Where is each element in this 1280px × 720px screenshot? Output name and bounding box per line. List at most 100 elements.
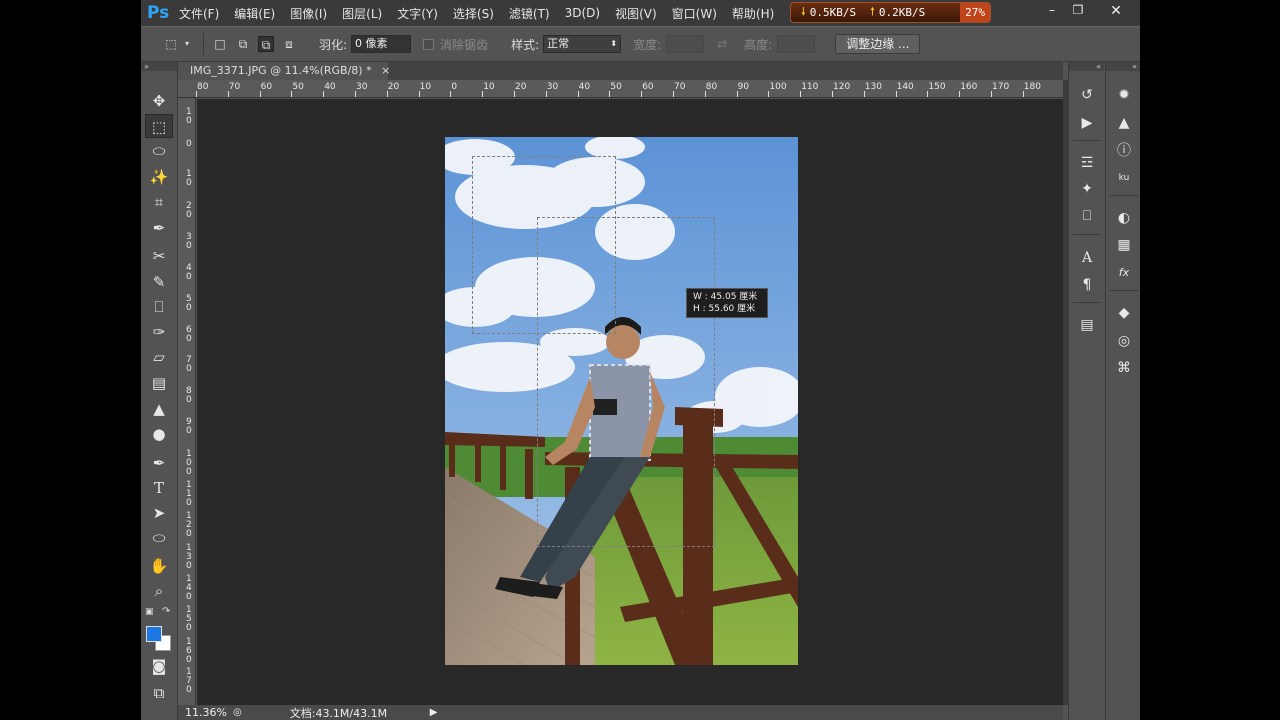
- ruler-left-label: 1 6 0: [186, 637, 192, 665]
- healing-icon[interactable]: ✂: [145, 244, 173, 268]
- quick-mask-icon[interactable]: ◙: [145, 654, 173, 678]
- document-tab[interactable]: IMG_3371.JPG @ 11.4%(RGB/8) * ×: [178, 62, 390, 80]
- history-brush-icon[interactable]: ✑: [145, 320, 173, 344]
- tool-presets-icon[interactable]: ☲: [1076, 152, 1098, 174]
- style-select-value: 正常: [547, 37, 570, 50]
- paths-icon[interactable]: ⌘: [1113, 357, 1135, 379]
- ruler-left-label: 4 0: [186, 263, 192, 282]
- style-select[interactable]: 正常 ⬍: [543, 35, 622, 53]
- menu-filter[interactable]: 滤镜(T): [509, 5, 550, 22]
- move-icon[interactable]: ✥: [145, 89, 173, 113]
- intersect-selection-icon[interactable]: ⧈: [281, 36, 297, 52]
- kuler-icon[interactable]: ku: [1113, 167, 1135, 189]
- pen-icon[interactable]: ✒: [145, 451, 173, 475]
- type-icon[interactable]: T: [145, 476, 173, 500]
- channels-icon[interactable]: ◎: [1113, 330, 1135, 352]
- gradient-icon[interactable]: ▤: [145, 371, 173, 395]
- eraser-icon[interactable]: ▱: [145, 345, 173, 369]
- layer-comps-icon[interactable]: ▤: [1076, 314, 1098, 336]
- ruler-top-tick: [673, 91, 674, 97]
- zoom-level[interactable]: 11.36%: [185, 706, 229, 719]
- dock-1-expand-icon[interactable]: «: [1069, 62, 1104, 71]
- antialias-checkbox[interactable]: [423, 38, 435, 50]
- refine-edge-button[interactable]: 调整边缘 ...: [835, 34, 921, 54]
- dodge-icon[interactable]: ●: [145, 422, 173, 446]
- dock-2-expand-icon[interactable]: «: [1106, 62, 1140, 71]
- brush-icon[interactable]: ✎: [145, 270, 173, 294]
- zoom-icon[interactable]: ⌕: [145, 579, 173, 603]
- ruler-top-tick: [418, 91, 420, 97]
- close-button[interactable]: ✕: [1103, 3, 1129, 19]
- menu-file[interactable]: 文件(F): [179, 5, 219, 22]
- eyedropper-icon[interactable]: ✒: [145, 216, 173, 240]
- new-selection-icon[interactable]: □: [212, 36, 228, 52]
- ruler-top-label: 20: [387, 82, 400, 92]
- collapsed-panel-dock-1: « ↺ ▶ ☲ ✦ ⎕ A ¶ ▤: [1068, 62, 1104, 720]
- history-panel-icon[interactable]: ↺: [1076, 84, 1098, 106]
- ps-logo: Ps: [147, 3, 170, 23]
- close-tab-icon[interactable]: ×: [381, 64, 390, 77]
- menu-3d[interactable]: 3D(D): [565, 6, 600, 20]
- masks-icon[interactable]: ▦: [1113, 234, 1135, 256]
- brush-presets-icon[interactable]: ✦: [1076, 178, 1098, 200]
- document-tab-title: IMG_3371.JPG @ 11.4%(RGB/8) *: [190, 64, 372, 77]
- ruler-top-tick: [609, 91, 611, 97]
- color-panel-icon[interactable]: ✹: [1113, 84, 1135, 106]
- ruler-top-tick: [482, 91, 484, 97]
- ellipse-icon[interactable]: ⬭: [145, 526, 173, 550]
- restore-button[interactable]: ❐: [1065, 3, 1091, 19]
- menu-bar: Ps 文件(F) 编辑(E) 图像(I) 图层(L) 文字(Y) 选择(S) 滤…: [141, 0, 1140, 26]
- swatches-icon[interactable]: ▲: [1113, 112, 1135, 134]
- actions-panel-icon[interactable]: ▶: [1076, 112, 1098, 134]
- ruler-top-tick: [863, 91, 865, 97]
- info-icon[interactable]: ⓘ: [1113, 140, 1135, 162]
- clone-source-icon[interactable]: ⎕: [1076, 205, 1098, 227]
- subtract-selection-icon[interactable]: ⧉: [258, 36, 274, 52]
- paragraph-panel-icon[interactable]: ¶: [1076, 274, 1098, 296]
- hand-icon[interactable]: ✋: [145, 554, 173, 578]
- ruler-top-tick: [196, 91, 197, 97]
- default-colors-icon[interactable]: ▣: [145, 607, 154, 617]
- ruler-top-tick: [927, 91, 929, 97]
- menu-edit[interactable]: 编辑(E): [234, 5, 275, 22]
- foreground-color-swatch[interactable]: [146, 626, 162, 642]
- ruler-left-label: 1 3 0: [186, 543, 192, 571]
- height-label: 高度:: [744, 37, 773, 52]
- adjustments-icon[interactable]: ◐: [1113, 207, 1135, 229]
- tool-preset-dropdown-icon[interactable]: ▾: [179, 36, 195, 52]
- screen-mode-icon[interactable]: ⧉: [145, 681, 173, 705]
- status-menu-icon[interactable]: ◎: [233, 707, 242, 718]
- menu-help[interactable]: 帮助(H): [732, 5, 774, 22]
- styles-icon[interactable]: fx: [1113, 262, 1135, 284]
- menu-select[interactable]: 选择(S): [453, 5, 494, 22]
- menu-view[interactable]: 视图(V): [615, 5, 657, 22]
- swap-colors-icon[interactable]: ↷: [162, 606, 170, 617]
- stamp-icon[interactable]: ⎕: [145, 295, 173, 319]
- selection-marquee-2[interactable]: [537, 217, 715, 547]
- feather-input[interactable]: 0 像素: [351, 35, 412, 53]
- layers-panel-icon[interactable]: ◆: [1113, 302, 1135, 324]
- ruler-top-tick: [895, 91, 897, 97]
- path-select-icon[interactable]: ➤: [145, 501, 173, 525]
- menu-type[interactable]: 文字(Y): [397, 5, 438, 22]
- ruler-top-tick: [291, 91, 293, 97]
- minimize-button[interactable]: –: [1039, 3, 1065, 19]
- ruler-left-label: 5 0: [186, 294, 192, 313]
- blur-icon[interactable]: ▲: [145, 397, 173, 421]
- add-to-selection-icon[interactable]: ⧉: [235, 36, 251, 52]
- menu-layer[interactable]: 图层(L): [342, 5, 382, 22]
- menu-window[interactable]: 窗口(W): [672, 5, 717, 22]
- rect-marquee-tool-icon[interactable]: ⬚: [163, 36, 179, 52]
- menu-image[interactable]: 图像(I): [290, 5, 327, 22]
- ruler-top-tick: [991, 91, 992, 97]
- photoshop-window: Ps 文件(F) 编辑(E) 图像(I) 图层(L) 文字(Y) 选择(S) 滤…: [141, 0, 1140, 720]
- lasso-icon[interactable]: ⬭: [145, 139, 173, 163]
- character-panel-icon[interactable]: A: [1076, 247, 1098, 269]
- magic-wand-icon[interactable]: ✨: [145, 165, 173, 189]
- tools-panel-collapse-icon[interactable]: »: [141, 62, 177, 71]
- status-arrow-icon[interactable]: ▶: [430, 707, 438, 718]
- canvas-area[interactable]: W : 45.05 厘米 H : 55.60 厘米: [197, 99, 1063, 705]
- width-input: [666, 35, 705, 53]
- crop-icon[interactable]: ⌗: [145, 190, 173, 214]
- rect-marquee-icon[interactable]: ⬚: [145, 114, 173, 138]
